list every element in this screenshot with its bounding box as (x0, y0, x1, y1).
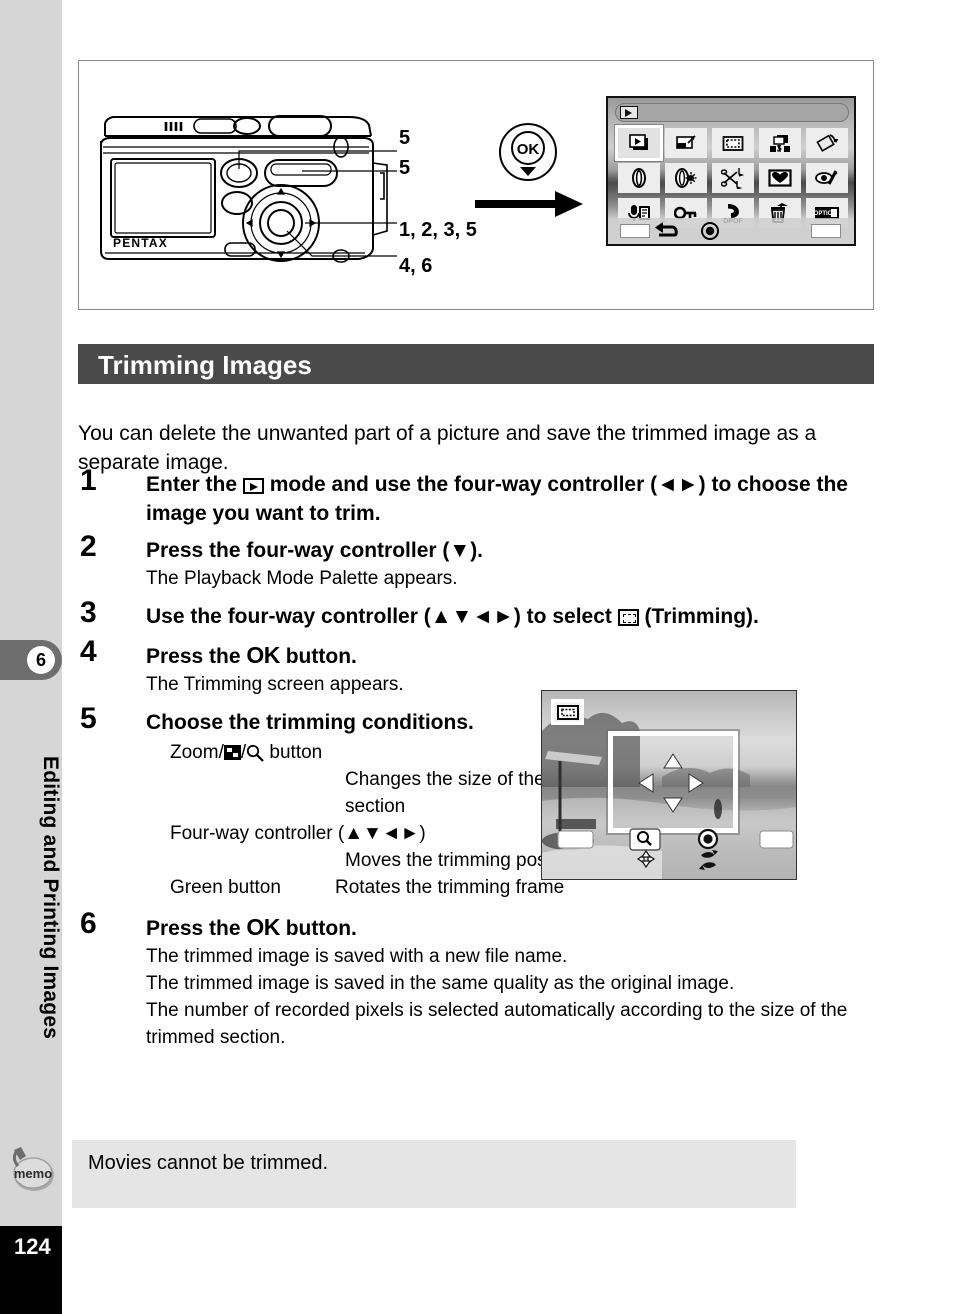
green-record-icon (697, 828, 719, 850)
callout-label-ok: 4, 6 (399, 255, 433, 277)
step-number: 3 (80, 596, 97, 629)
step-heading: Press the four-way controller (▼). (146, 539, 484, 562)
step-1: 1 Enter the mode and use the four-way co… (78, 466, 878, 528)
step-heading: Press the OK button. (146, 913, 878, 943)
memo-text: Movies cannot be trimmed. (88, 1152, 329, 1174)
step-text-after: button. (279, 645, 357, 668)
step-3: 3 Use the four-way controller (▲▼◄►) to … (78, 598, 878, 631)
step-6: 6 Press the OK button. The trimmed image… (78, 909, 878, 1051)
trimming-mode-badge (551, 699, 584, 725)
rotate-icon (699, 850, 718, 870)
playback-mode-icon (242, 478, 264, 494)
trimming-icon (617, 609, 639, 626)
magnify-icon (247, 744, 264, 762)
trimming-frame[interactable] (608, 731, 738, 833)
page-title: Trimming Images (98, 350, 312, 380)
chapter-title: Editing and Printing Images (39, 756, 62, 1040)
camera-brand-label: PENTAX (113, 236, 168, 250)
thumbnail-display-icon (223, 745, 241, 760)
palette-item-slideshow[interactable] (615, 125, 663, 161)
step-heading: Press the OK button. (146, 641, 878, 671)
palette-item-frame-composite[interactable] (759, 163, 801, 193)
step-subtext: The Playback Mode Palette appears. (146, 568, 458, 589)
flow-arrow-icon (475, 191, 583, 217)
right-soft-key (759, 830, 794, 849)
palette-item-movie-edit[interactable] (712, 163, 754, 193)
palette-item-digital-filter[interactable] (618, 163, 660, 193)
move-icon (636, 849, 656, 869)
callout-label-5-top: 5 (399, 127, 411, 149)
step-text-before: Press the (146, 917, 247, 940)
right-soft-key[interactable] (811, 224, 841, 238)
step-text-after: button. (279, 917, 357, 940)
palette-item-resize[interactable] (665, 128, 707, 158)
chapter-sidebar: 6 Editing and Printing Images (0, 0, 62, 1247)
step-text-before: Use the four-way controller (▲▼◄►) to se… (146, 605, 618, 628)
step-text-after: (Trimming). (638, 605, 759, 628)
back-arrow-icon (655, 222, 678, 237)
step-subtext-line: The number of recorded pixels is selecte… (146, 1000, 848, 1048)
palette-title-bar (615, 103, 849, 122)
operation-figure: PENTAX 5 5 1, 2, 3, 5 4, 6 OK OPTIO (78, 60, 874, 310)
palette-item-trimming[interactable] (712, 128, 754, 158)
chapter-tab: 6 (0, 640, 62, 680)
memo-icon: memo (12, 1147, 54, 1191)
step-number: 2 (80, 530, 97, 563)
step-subtext-line: The trimmed image is saved in the same q… (146, 973, 735, 994)
callout-label-controller: 1, 2, 3, 5 (399, 219, 477, 241)
palette-item-image-rotation[interactable] (806, 128, 848, 158)
left-soft-key[interactable] (620, 224, 650, 238)
condition-label: Green button (170, 877, 281, 898)
palette-item-red-eye-compensation[interactable] (806, 163, 848, 193)
step-subtext-line: The trimmed image is saved with a new fi… (146, 946, 568, 967)
memo-box: Movies cannot be trimmed. (72, 1140, 796, 1208)
optio-label: OPTIO (814, 211, 833, 217)
condition-label: Four-way controller (▲▼◄►) (170, 823, 426, 844)
step-number: 1 (80, 464, 97, 497)
condition-label-after: button (264, 742, 323, 763)
left-arrow-icon (638, 773, 654, 793)
section-title-bar: Trimming Images (84, 344, 874, 384)
step-text-before: Press the (146, 645, 247, 668)
step-heading: Enter the mode and use the four-way cont… (146, 470, 878, 528)
camera-illustration: PENTAX (100, 115, 397, 263)
memo-icon-label: memo (14, 1166, 52, 1181)
step-number: 6 (80, 907, 97, 940)
chapter-number: 6 (27, 646, 55, 674)
step-heading: Use the four-way controller (▲▼◄►) to se… (146, 602, 878, 631)
left-soft-key (557, 830, 594, 849)
step-number: 5 (80, 702, 97, 735)
playback-mode-icon (620, 106, 638, 119)
palette-item-image-copy[interactable] (759, 128, 801, 158)
step-text-before: Enter the (146, 473, 243, 496)
palette-bottom-bar (608, 218, 854, 244)
up-arrow-icon (663, 753, 683, 769)
right-arrow-icon (688, 773, 704, 793)
condition-label-before: Zoom/ (170, 742, 224, 763)
trimming-screen-bottom-bar (542, 825, 796, 879)
page-number: 124 (0, 1226, 62, 1314)
ok-button-label: OK (246, 914, 280, 940)
down-arrow-icon (663, 797, 683, 813)
step-number: 4 (80, 635, 97, 668)
step-2: 2 Press the four-way controller (▼). The… (78, 532, 878, 592)
palette-item-brightness-filter[interactable] (665, 163, 707, 193)
trimming-screen-illustration (541, 690, 797, 880)
ok-button-text: OK (517, 141, 540, 158)
section-intro-text: You can delete the unwanted part of a pi… (78, 422, 817, 474)
ok-button-illustration: OK (499, 123, 557, 181)
palette-icon-grid: DPOF OPTIO (615, 125, 848, 228)
green-record-icon (701, 222, 719, 240)
callout-label-5-zoom: 5 (399, 157, 411, 179)
condition-description: Rotates the trimming frame (335, 877, 565, 898)
playback-mode-palette-screen: DPOF OPTIO (606, 96, 856, 246)
ok-button-label: OK (246, 642, 280, 668)
